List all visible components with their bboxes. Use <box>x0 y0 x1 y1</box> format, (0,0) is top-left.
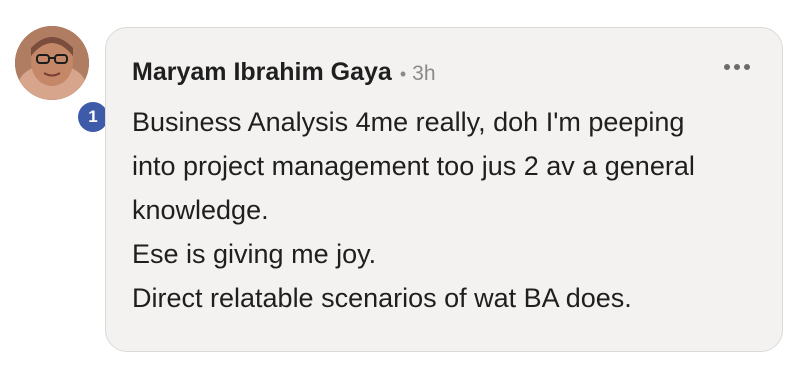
dot-icon <box>734 64 740 70</box>
comment-header: Maryam Ibrahim Gaya • 3h <box>132 58 436 87</box>
comment-line: Direct relatable scenarios of wat BA doe… <box>132 283 632 313</box>
avatar-image <box>15 26 89 100</box>
timestamp[interactable]: 3h <box>412 62 435 86</box>
comment-line: Business Analysis 4me really, doh I'm pe… <box>132 107 685 137</box>
author-name[interactable]: Maryam Ibrahim Gaya <box>132 58 392 87</box>
dot-icon <box>744 64 750 70</box>
more-options-icon[interactable] <box>724 64 750 70</box>
notification-count: 1 <box>78 102 108 132</box>
avatar-container[interactable]: 1 <box>15 26 111 135</box>
comment-text: Business Analysis 4me really, doh I'm pe… <box>132 100 762 320</box>
separator-dot: • <box>399 64 407 84</box>
dot-icon <box>724 64 730 70</box>
avatar[interactable] <box>15 26 89 100</box>
comment-line: Ese is giving me joy. <box>132 239 377 269</box>
comment-line: into project management too jus 2 av a g… <box>132 151 695 181</box>
comment-thread: 1 Maryam Ibrahim Gaya • 3h Business Anal… <box>0 0 800 370</box>
comment-line: knowledge. <box>132 195 269 225</box>
comment-bubble: Maryam Ibrahim Gaya • 3h Business Analys… <box>105 27 783 352</box>
